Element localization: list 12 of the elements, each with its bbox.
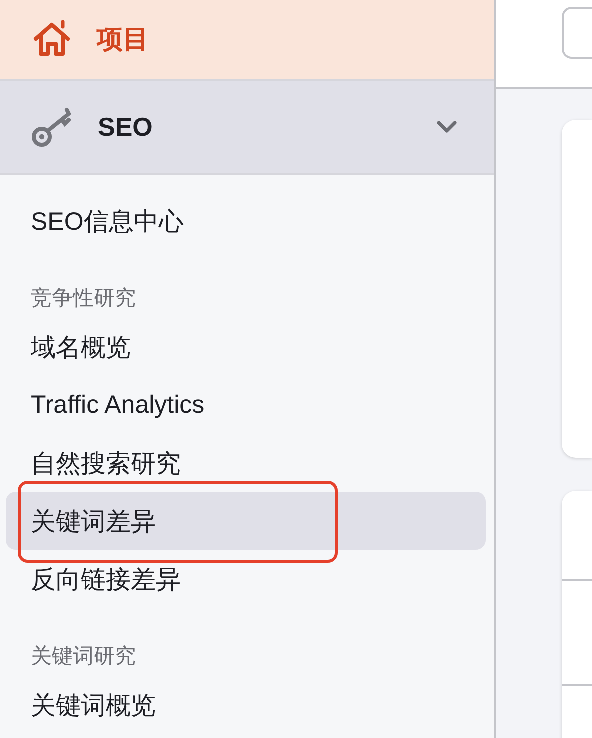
sidebar-item[interactable]: 域名概览 <box>6 318 486 376</box>
seo-section-header[interactable]: SEO <box>0 81 494 175</box>
sidebar-item[interactable]: SEO信息中心 <box>6 192 486 250</box>
sidebar-item[interactable]: 关键词概览 <box>6 676 486 734</box>
sidebar-item[interactable]: 关键词差异 <box>6 492 486 550</box>
sidebar-item[interactable]: 反向链接差异 <box>6 550 486 608</box>
sidebar-item[interactable]: Traffic Analytics <box>6 376 486 434</box>
sidebar-item[interactable]: 自然搜索研究 <box>6 434 486 492</box>
group-heading: 竞争性研究 <box>30 286 137 312</box>
group-heading: 关键词研究 <box>30 644 137 670</box>
home-nav-item[interactable]: 项目 <box>0 0 494 81</box>
chevron-icon <box>436 120 458 134</box>
